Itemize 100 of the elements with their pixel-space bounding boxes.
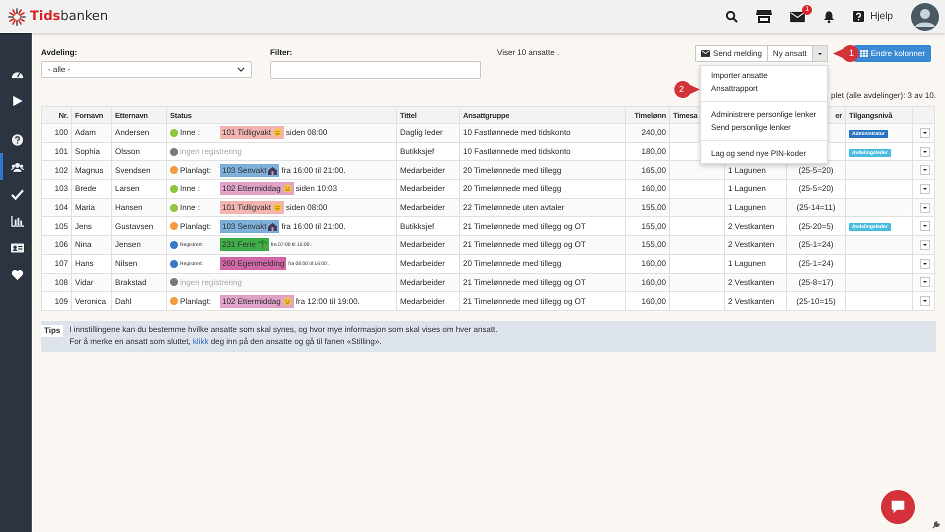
table-cell: 21 Timelønnede med tillegg og OT [463,240,586,250]
table-cell: 2 Vestkanten [728,278,774,287]
table-cell: (25-14=11) [796,203,836,212]
table-cell: 160,00 [642,259,666,268]
row-menu-button[interactable] [920,184,930,194]
row-menu-button[interactable] [920,128,930,138]
check-icon [10,188,24,200]
shift-tag: 101 Tidligvakt [220,126,284,140]
row-menu-button[interactable] [920,240,930,250]
new-employee-button[interactable]: Ny ansatt [766,45,813,62]
table-cell: 20 Timelønnede med tillegg [463,259,562,268]
table-cell: Sophia [75,147,100,156]
tips-label: Tips [41,324,64,337]
table-cell: 20 Timelønnede med tillegg [463,166,562,175]
menu-item[interactable]: Send personlige lenker [701,121,827,134]
chat-icon [889,498,907,516]
users-icon [10,160,24,172]
table-cell: 102 [54,166,68,175]
table-cell: Medarbeider [400,203,445,212]
table-cell: Gustavsen [115,222,154,231]
summary-text: plet (alle avdelinger): 3 av 10. [831,91,936,102]
chart-icon [10,214,24,226]
shift-tag: 101 Tidligvakt [220,201,284,214]
table-cell: Medarbeider [400,166,445,175]
table-cell: Jensen [115,240,141,250]
table-cell: 101 [54,147,68,156]
field-label: Avdeling: [41,47,78,57]
table-cell: (25-20=5) [798,222,834,231]
tip-text: For å merke en ansatt som sluttet, klikk deg inn på den ansatte og gå til fanen «Stilling». [69,336,383,346]
table-cell: (25-1=24) [798,240,834,250]
table-cell: (25-5=20) [798,166,834,175]
table-cell: Jens [75,222,92,231]
table-cell: Medarbeider [400,259,445,268]
table-cell: Hans [75,259,94,268]
table-cell: Butikksjef [400,147,434,156]
help-icon[interactable] [853,11,864,22]
table-cell: 1 Lagunen [728,166,766,175]
store-icon[interactable] [756,9,772,24]
logo-icon [8,8,26,26]
table-cell: 155,00 [642,240,666,250]
table-cell: 160,00 [642,278,666,287]
table-cell: Magnus [75,166,104,175]
shift-tag: 103 Senvakt [220,220,280,233]
status-text: Planlagt: [180,222,212,231]
menu-item[interactable]: Importer ansatte [701,69,827,82]
table-cell: 21 Timelønnede med tillegg og OT [463,278,586,287]
help-icon [10,134,24,146]
wrench-icon[interactable] [932,521,940,529]
table-cell: 180,00 [642,147,666,156]
status-time: siden 08:00 [286,128,328,138]
mail-icon [701,50,710,57]
mail-icon[interactable] [790,10,806,22]
chat-button[interactable] [881,490,915,524]
callout-badge: 2 [673,81,700,98]
field-label: Filter: [270,47,294,57]
avatar[interactable] [911,2,939,30]
table-cell: 105 [54,222,68,231]
menu-item[interactable]: Ansattrapport [701,82,827,95]
table-cell: 160,00 [642,184,666,194]
chevron-icon [237,67,245,72]
table-cell: 165,00 [642,166,666,175]
help-link[interactable]: Hjelp [870,11,893,22]
house-icon [268,166,278,175]
shift-tag: 102 Ettermiddag [220,294,294,308]
table-cell: 240,00 [642,128,666,138]
row-menu-button[interactable] [920,165,930,176]
table-cell: 21 Timelønnede med tillegg og OT [463,222,586,231]
status-text: ingen registrering [180,147,242,156]
dropdown-toggle[interactable] [812,45,828,62]
house-icon [268,222,278,231]
department-select[interactable]: - alle - [41,61,252,78]
row-menu-button[interactable] [920,146,930,157]
table-cell: 10 Fastlønnede med tidskonto [463,147,571,156]
table-cell: Medarbeider [400,240,445,250]
table-cell: Medarbeider [400,278,445,287]
send-message-button[interactable]: Send melding [695,45,768,62]
bell-icon[interactable] [823,10,836,24]
table-cell: 1 Lagunen [728,203,766,212]
menu-item[interactable]: Administrere personlige lenker [701,108,827,121]
table-cell: Maria [75,203,96,212]
table-cell: 107 [54,259,68,268]
table-cell: Olsson [115,147,140,156]
edit-columns-button[interactable]: Endre kolonner [854,45,931,62]
row-menu-button[interactable] [920,258,930,269]
table-cell: Brakstad [115,278,147,287]
table-cell: 20 Timelønnede med tillegg [463,184,562,194]
menu-item[interactable]: Lag og send nye PIN-koder [701,147,827,160]
row-menu-button[interactable] [920,202,930,213]
filter-field[interactable] [270,61,481,79]
table-cell: 100 [54,128,68,138]
tip-link[interactable]: klikk [192,336,208,346]
search-icon[interactable] [725,10,738,23]
table-cell: Nina [75,240,92,250]
status-text: ingen registrering [180,278,242,287]
shift-tag: 231 Ferie [220,238,269,252]
row-menu-button[interactable] [920,277,930,288]
table-cell: Veronica [75,296,106,306]
row-menu-button[interactable] [920,221,930,232]
status-time: fra 12:00 til 19:00. [296,296,360,306]
row-menu-button[interactable] [920,296,930,306]
